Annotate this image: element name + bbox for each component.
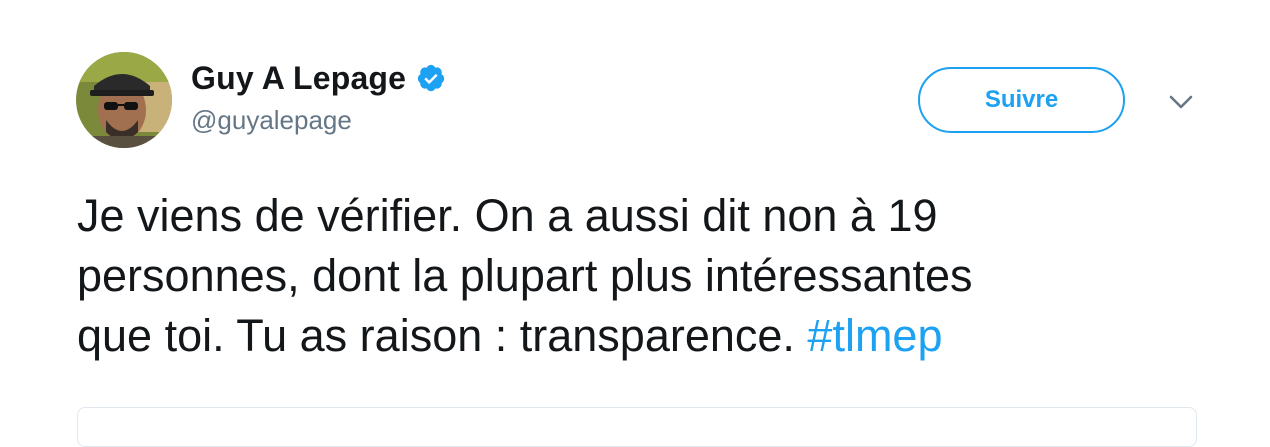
- name-row: Guy A Lepage: [191, 58, 446, 98]
- tweet-text: Je viens de vérifier. On a aussi dit non…: [77, 186, 1207, 366]
- media-card[interactable]: [77, 407, 1197, 447]
- tweet-text-line: personnes, dont la plupart plus intéress…: [77, 250, 973, 301]
- tweet-text-segment: que toi. Tu as raison : transparence.: [77, 310, 808, 361]
- chevron-down-icon[interactable]: [1166, 90, 1196, 114]
- tweet-text-line: que toi. Tu as raison : transparence. #t…: [77, 306, 1207, 366]
- tweet-card: Guy A Lepage @guyalepage Suivre Je viens…: [0, 0, 1270, 447]
- hashtag-link[interactable]: #tlmep: [807, 310, 942, 361]
- avatar[interactable]: [76, 52, 172, 148]
- verified-badge-icon: [416, 63, 446, 93]
- follow-button[interactable]: Suivre: [918, 67, 1125, 133]
- profile-photo-icon: [76, 52, 172, 148]
- display-name[interactable]: Guy A Lepage: [191, 60, 406, 97]
- tweet-text-line: Je viens de vérifier. On a aussi dit non…: [77, 190, 938, 241]
- user-handle[interactable]: @guyalepage: [191, 105, 352, 136]
